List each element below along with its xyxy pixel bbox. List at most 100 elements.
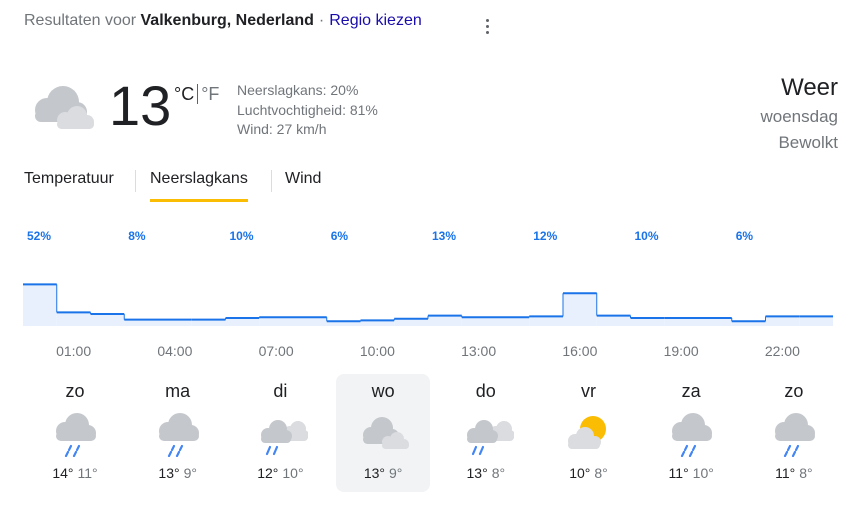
day-low: 9° (183, 465, 197, 481)
precip-data-label: 12% (533, 229, 557, 243)
precip-data-label: 6% (736, 229, 754, 243)
time-tick-label: 16:00 (562, 343, 597, 359)
precip-bar (225, 318, 260, 326)
choose-region-link[interactable]: Regio kiezen (329, 12, 422, 29)
day-high: 13° (158, 465, 180, 481)
day-high: 13° (466, 465, 488, 481)
precip-bar (596, 315, 631, 326)
day-low: 10° (692, 465, 714, 481)
forecast-day[interactable]: zo 14° 11° (28, 374, 122, 492)
day-high: 10° (569, 465, 591, 481)
tab-temperatuur[interactable]: Temperatuur (24, 170, 114, 202)
precip-bar (293, 317, 327, 326)
rain-cloud-icon (261, 420, 309, 456)
forecast-day[interactable]: za 11° 10° (644, 374, 738, 492)
forecast-day[interactable]: zo 11° 8° (747, 374, 841, 492)
precipitation-chart: 52% 8% 10% 6% 13% 12% 10% 6% 01:00 04:00 07:00 10:0… (23, 229, 833, 359)
tab-neerslagkans[interactable]: Neerslagkans (150, 170, 248, 202)
time-tick-label: 10:00 (360, 343, 395, 359)
day-low: 8° (491, 465, 506, 481)
day-low: 8° (594, 465, 608, 481)
day-low: 8° (799, 465, 813, 481)
precip-bar (56, 312, 91, 326)
location-name: Valkenburg, Nederland (140, 12, 314, 29)
day-temps: 11° 8° (747, 465, 841, 481)
partly-cloudy-icon (567, 416, 606, 449)
day-high: 14° (52, 465, 74, 481)
precip-data-label: 52% (27, 229, 51, 243)
day-name: zo (784, 381, 804, 401)
cloudy-icon (35, 86, 94, 129)
day-name: wo (371, 381, 395, 401)
forecast-day[interactable]: ma 13° 9° (131, 374, 225, 492)
day-temps: 13° 9° (131, 465, 225, 481)
humidity: Luchtvochtigheid: 81% (237, 101, 378, 118)
forecast-day[interactable]: do 13° 8° (439, 374, 533, 492)
day-temps: 11° 10° (644, 465, 738, 481)
day-temps: 14° 11° (28, 465, 122, 481)
precip-bar (394, 318, 428, 326)
precipitation-chance: Neerslagkans: 20% (237, 82, 359, 98)
day-low: 9° (388, 465, 403, 481)
day-high: 13° (363, 465, 385, 481)
time-tick-label: 19:00 (664, 343, 699, 359)
weather-day: woensdag (760, 107, 838, 126)
precip-bar (529, 316, 563, 326)
precip-bar (428, 315, 462, 326)
precip-bar (698, 318, 732, 326)
day-name: ma (165, 381, 191, 401)
daily-forecast: zo 14° 11° ma 13° 9° di 12° 10° wo 13° 9° do 13° 8° vr 1… (24, 374, 844, 494)
current-temperature: 13 (109, 74, 172, 137)
rain-icon (56, 413, 96, 457)
time-tick-label: 07:00 (259, 343, 294, 359)
weather-condition: Bewolkt (778, 133, 838, 152)
precip-data-label: 13% (432, 229, 456, 243)
precip-data-label: 10% (230, 229, 254, 243)
day-temps: 12° 10° (233, 465, 327, 481)
wind-speed: Wind: 27 km/h (237, 121, 327, 137)
time-tick-label: 22:00 (765, 343, 800, 359)
precip-bar (630, 318, 665, 326)
weather-title: Weer (781, 74, 838, 101)
current-details: Neerslagkans: 20% Luchtvochtigheid: 81% … (237, 81, 378, 140)
precip-data-label: 10% (635, 229, 659, 243)
precip-bar (495, 317, 530, 326)
day-temps: 13° 9° (336, 465, 430, 481)
precip-bar (563, 293, 597, 326)
precip-bar (799, 316, 833, 326)
fahrenheit-button[interactable]: °F (201, 84, 219, 104)
day-name: za (681, 381, 701, 401)
forecast-day[interactable]: wo 13° 9° (336, 374, 431, 492)
forecast-day[interactable]: di 12° 10° (233, 374, 327, 492)
time-tick-label: 13:00 (461, 343, 496, 359)
rain-icon (158, 413, 199, 457)
unit-toggle: °C °F (174, 84, 219, 105)
time-tick-label: 04:00 (157, 343, 192, 359)
day-high: 11° (775, 465, 796, 481)
celsius-button[interactable]: °C (174, 84, 194, 104)
day-high: 12° (257, 465, 279, 481)
weather-summary: Weer woensdag Bewolkt (760, 72, 838, 156)
day-name: vr (581, 381, 596, 401)
header-separator: · (318, 12, 325, 29)
time-tick-label: 01:00 (56, 343, 91, 359)
precip-data-label: 8% (128, 229, 146, 243)
precip-bar (90, 314, 125, 326)
precip-data-label: 6% (331, 229, 349, 243)
precip-bar (664, 318, 698, 326)
day-temps: 13° 8° (439, 465, 533, 481)
forecast-day[interactable]: vr 10° 8° (542, 374, 636, 492)
day-low: 11° (77, 465, 98, 481)
rain-cloud-icon (466, 420, 514, 456)
results-prefix: Resultaten voor (24, 12, 137, 29)
more-options-icon[interactable] (477, 16, 497, 36)
tab-wind[interactable]: Wind (285, 170, 321, 202)
day-temps: 10° 8° (542, 465, 636, 481)
results-header: Resultaten voor Valkenburg, Nederland · Re… (24, 12, 422, 30)
day-low: 10° (282, 465, 304, 481)
precip-bar (765, 316, 800, 326)
precip-bar (461, 317, 496, 326)
day-name: zo (65, 381, 85, 401)
day-high: 11° (668, 465, 689, 481)
precip-bar (259, 317, 293, 326)
